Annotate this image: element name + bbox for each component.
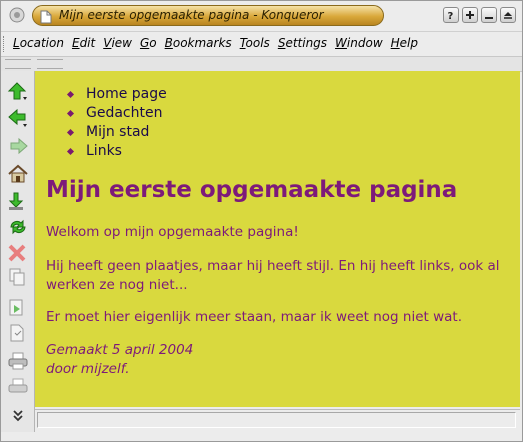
window-menu-icon[interactable] — [9, 7, 25, 23]
bullet-icon — [66, 128, 75, 137]
welcome-paragraph: Welkom op mijn opgemaakte pagina! — [46, 224, 299, 240]
menu-help[interactable]: Help — [387, 36, 422, 50]
title-bar[interactable]: Mijn eerste opgemaakte pagina - Konquero… — [1, 1, 522, 30]
signature: Gemaakt 5 april 2004 door mijzelf. — [46, 341, 193, 379]
menu-location[interactable]: Location — [9, 36, 68, 50]
home-icon[interactable] — [7, 164, 29, 184]
more-chevron-icon[interactable] — [7, 405, 29, 425]
menu-bookmarks[interactable]: Bookmarks — [161, 36, 236, 50]
window-title: Mijn eerste opgemaakte pagina - Konquero… — [59, 8, 324, 22]
konqueror-app-icon — [40, 9, 52, 24]
vertical-toolbar — [1, 71, 35, 433]
sticky-icon[interactable] — [462, 7, 478, 23]
toolbar-grip[interactable] — [5, 59, 31, 69]
bullet-icon — [66, 90, 75, 99]
nav-list: Home page Gedachten Mijn stad Links — [55, 86, 167, 162]
menu-go[interactable]: Go — [136, 36, 161, 50]
style-paragraph: Hij heeft geen plaatjes, maar hij heeft … — [46, 258, 500, 293]
bullet-icon — [66, 109, 75, 118]
menu-settings[interactable]: Settings — [274, 36, 331, 50]
toolbar-handle-strip — [1, 56, 522, 72]
more-paragraph: Er moet hier eigenlijk meer staan, maar … — [46, 309, 462, 325]
window-bottom-border[interactable] — [1, 432, 522, 441]
list-item: Gedachten — [55, 105, 167, 124]
nav-link-gedachten[interactable]: Gedachten — [86, 105, 162, 121]
svg-text:?: ? — [448, 11, 454, 20]
nav-link-links[interactable]: Links — [86, 143, 122, 159]
list-item: Mijn stad — [55, 124, 167, 143]
bookmark-page-icon[interactable] — [7, 323, 29, 343]
list-item: Links — [55, 143, 167, 162]
forward-arrow-icon[interactable] — [7, 137, 29, 157]
up-arrow-icon[interactable] — [7, 81, 29, 101]
reload-icon[interactable] — [7, 217, 29, 237]
menu-edit[interactable]: Edit — [68, 36, 99, 50]
back-arrow-icon[interactable] — [7, 108, 29, 128]
paste-icon[interactable] — [7, 297, 29, 317]
bullet-icon — [66, 147, 75, 156]
title-pill: Mijn eerste opgemaakte pagina - Konquero… — [32, 5, 384, 26]
menu-window[interactable]: Window — [331, 36, 387, 50]
signature-date: Gemaakt 5 april 2004 — [46, 342, 194, 358]
list-item: Home page — [55, 86, 167, 105]
save-icon[interactable] — [7, 191, 29, 211]
print-frame-icon[interactable] — [7, 377, 29, 397]
page-content: Home page Gedachten Mijn stad Links Mijn… — [35, 71, 520, 407]
nav-link-home[interactable]: Home page — [86, 86, 167, 102]
copy-icon[interactable] — [7, 267, 29, 287]
nav-link-mijn-stad[interactable]: Mijn stad — [86, 124, 149, 140]
menu-tools[interactable]: Tools — [236, 36, 274, 50]
minimize-icon[interactable] — [481, 7, 497, 23]
status-bar — [35, 409, 520, 432]
maximize-icon[interactable] — [500, 7, 516, 23]
menu-view[interactable]: View — [99, 36, 136, 50]
konqueror-window: Mijn eerste opgemaakte pagina - Konquero… — [0, 0, 523, 442]
signature-author: door mijzelf. — [46, 361, 130, 377]
menu-bar: Location Edit View Go Bookmarks Tools Settings… — [1, 31, 522, 56]
location-toolbar-grip[interactable] — [37, 59, 63, 69]
help-icon[interactable]: ? — [443, 7, 459, 23]
print-icon[interactable] — [7, 351, 29, 371]
page-heading: Mijn eerste opgemaakte pagina — [46, 177, 458, 203]
status-text — [37, 412, 516, 428]
menu-grip[interactable] — [3, 36, 7, 52]
stop-icon[interactable] — [7, 243, 29, 263]
